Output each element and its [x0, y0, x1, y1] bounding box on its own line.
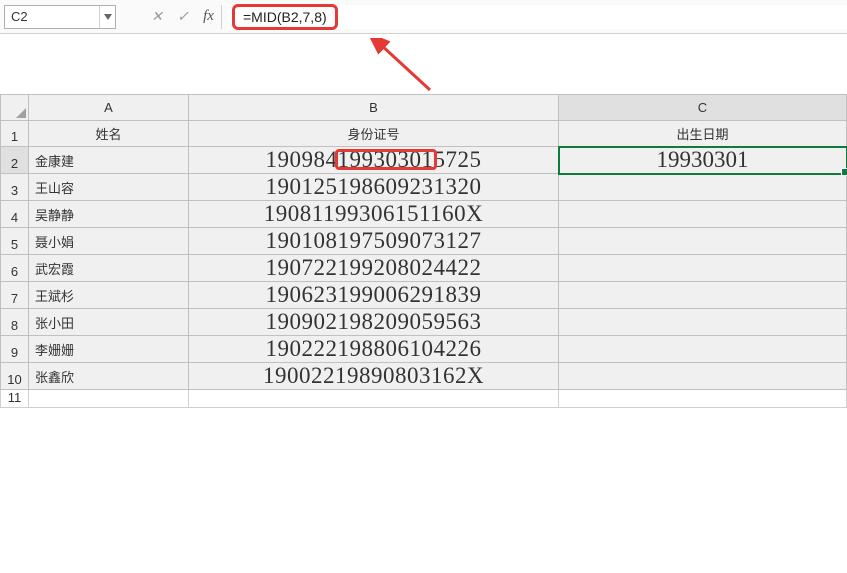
formula-cancel-button[interactable]: ✕: [144, 5, 170, 29]
cell-B3[interactable]: 190125198609231320: [189, 174, 559, 201]
cell-B2[interactable]: 190984199303015725: [189, 147, 559, 174]
data-row-5: 5 聂小娟 190108197509073127: [1, 228, 847, 255]
cell-A4[interactable]: 吴静静: [29, 201, 189, 228]
insert-function-button[interactable]: fx: [196, 5, 222, 29]
row-header-6[interactable]: 6: [1, 255, 29, 282]
cell-C8[interactable]: [559, 309, 847, 336]
data-row-11: 11: [1, 390, 847, 408]
row-header-1[interactable]: 1: [1, 121, 29, 147]
row-header-9[interactable]: 9: [1, 336, 29, 363]
row-header-8[interactable]: 8: [1, 309, 29, 336]
data-row-10: 10 张鑫欣 19002219890803162X: [1, 363, 847, 390]
row-header-10[interactable]: 10: [1, 363, 29, 390]
row-header-3[interactable]: 3: [1, 174, 29, 201]
row-header-4[interactable]: 4: [1, 201, 29, 228]
cell-C3[interactable]: [559, 174, 847, 201]
col-header-C[interactable]: C: [559, 95, 847, 121]
data-row-9: 9 李姗姗 190222198806104226: [1, 336, 847, 363]
row-header-5[interactable]: 5: [1, 228, 29, 255]
row-header-11[interactable]: 11: [1, 390, 29, 408]
data-row-8: 8 张小田 190902198209059563: [1, 309, 847, 336]
cell-C5[interactable]: [559, 228, 847, 255]
formula-bar[interactable]: =MID(B2,7,8): [228, 5, 847, 29]
cell-A11[interactable]: [29, 390, 189, 408]
col-header-B[interactable]: B: [189, 95, 559, 121]
cell-B4[interactable]: 19081199306151160X: [189, 201, 559, 228]
cell-C1[interactable]: 出生日期: [559, 121, 847, 147]
cell-C11[interactable]: [559, 390, 847, 408]
cell-A1[interactable]: 姓名: [29, 121, 189, 147]
cell-C7[interactable]: [559, 282, 847, 309]
formula-text: =MID(B2,7,8): [232, 4, 338, 30]
cell-B7[interactable]: 190623199006291839: [189, 282, 559, 309]
name-box[interactable]: C2: [4, 5, 116, 29]
name-box-dropdown[interactable]: [99, 6, 115, 28]
name-box-value: C2: [5, 9, 99, 24]
cell-B5[interactable]: 190108197509073127: [189, 228, 559, 255]
column-header-row: A B C: [1, 95, 847, 121]
data-row-1: 1 姓名 身份证号 出生日期: [1, 121, 847, 147]
arrow-annotation: [370, 38, 440, 98]
cell-C2[interactable]: 19930301: [559, 147, 847, 174]
cell-C9[interactable]: [559, 336, 847, 363]
cell-A3[interactable]: 王山容: [29, 174, 189, 201]
cell-A5[interactable]: 聂小娟: [29, 228, 189, 255]
worksheet-area: A B C 1 姓名 身份证号 出生日期 2 金康建 1909841993030…: [0, 94, 847, 408]
cell-B1[interactable]: 身份证号: [189, 121, 559, 147]
data-row-7: 7 王斌杉 190623199006291839: [1, 282, 847, 309]
row-header-7[interactable]: 7: [1, 282, 29, 309]
corner-triangle-icon: [16, 108, 26, 118]
cell-A6[interactable]: 武宏霞: [29, 255, 189, 282]
cell-B8[interactable]: 190902198209059563: [189, 309, 559, 336]
data-row-4: 4 吴静静 19081199306151160X: [1, 201, 847, 228]
cell-A7[interactable]: 王斌杉: [29, 282, 189, 309]
cell-C10[interactable]: [559, 363, 847, 390]
annotation-area: [0, 34, 847, 94]
col-header-A[interactable]: A: [29, 95, 189, 121]
cancel-icon: ✕: [151, 8, 163, 25]
cell-C6[interactable]: [559, 255, 847, 282]
check-icon: ✓: [177, 8, 189, 25]
select-all-corner[interactable]: [1, 95, 29, 121]
cell-B6[interactable]: 190722199208024422: [189, 255, 559, 282]
cell-B9[interactable]: 190222198806104226: [189, 336, 559, 363]
cell-A8[interactable]: 张小田: [29, 309, 189, 336]
formula-enter-button[interactable]: ✓: [170, 5, 196, 29]
spreadsheet-grid[interactable]: A B C 1 姓名 身份证号 出生日期 2 金康建 1909841993030…: [0, 94, 847, 408]
fx-icon: fx: [203, 8, 214, 25]
data-row-2: 2 金康建 190984199303015725 19930301: [1, 147, 847, 174]
cell-C4[interactable]: [559, 201, 847, 228]
cell-B10[interactable]: 19002219890803162X: [189, 363, 559, 390]
cell-A9[interactable]: 李姗姗: [29, 336, 189, 363]
cell-A2[interactable]: 金康建: [29, 147, 189, 174]
formula-bar-row: C2 ✕ ✓ fx =MID(B2,7,8): [0, 0, 847, 34]
data-row-3: 3 王山容 190125198609231320: [1, 174, 847, 201]
cell-B11[interactable]: [189, 390, 559, 408]
data-row-6: 6 武宏霞 190722199208024422: [1, 255, 847, 282]
row-header-2[interactable]: 2: [1, 147, 29, 174]
cell-A10[interactable]: 张鑫欣: [29, 363, 189, 390]
